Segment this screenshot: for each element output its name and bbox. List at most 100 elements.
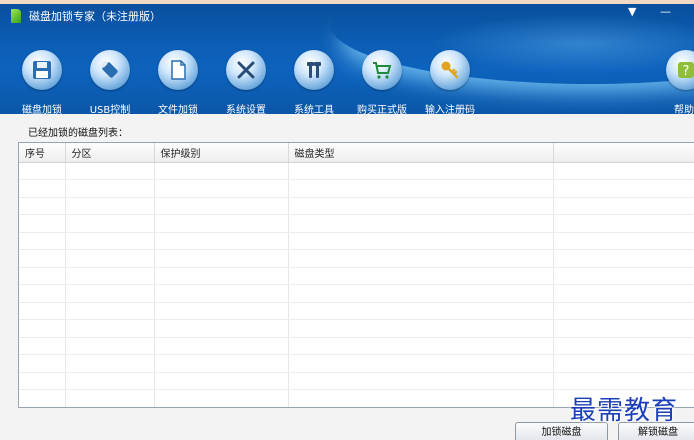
table-cell — [19, 214, 66, 233]
table-cell — [553, 232, 694, 250]
table-cell — [19, 284, 66, 303]
table-cell — [288, 267, 554, 285]
table-row — [19, 162, 694, 180]
column-header-protection-level[interactable]: 保护级别 — [154, 143, 289, 163]
table-cell — [65, 214, 155, 233]
toolbar-file-lock-button[interactable]: 文件加锁 — [144, 28, 212, 114]
table-cell — [65, 372, 155, 390]
table-cell — [154, 162, 289, 180]
toolbar-disk-lock-button[interactable]: 磁盘加锁 — [8, 28, 76, 114]
table-cell — [288, 179, 554, 198]
table-cell — [65, 232, 155, 250]
table-cell — [154, 197, 289, 215]
table-row — [19, 302, 694, 320]
floppy-disk-icon — [22, 50, 62, 90]
title-bar[interactable]: 磁盘加锁专家（未注册版） ▼ — — [0, 4, 694, 28]
table-cell — [553, 249, 694, 268]
table-cell — [154, 319, 289, 338]
table-cell — [154, 354, 289, 373]
table-cell — [154, 337, 289, 355]
table-cell — [553, 284, 694, 303]
toolbar-label: 系统设置 — [226, 105, 266, 114]
toolbar-label: USB控制 — [89, 105, 131, 114]
table-cell — [553, 179, 694, 198]
app-header: 磁盘加锁专家（未注册版） ▼ — 磁盘加锁 USB控制 文件加锁 系统设置 系统… — [0, 4, 694, 114]
table-cell — [288, 337, 554, 355]
table-cell — [19, 354, 66, 373]
table-cell — [65, 389, 155, 407]
table-header-row: 序号 分区 保护级别 磁盘类型 — [19, 143, 694, 163]
table-cell — [19, 389, 66, 407]
shopping-cart-icon — [362, 50, 402, 90]
table-cell — [65, 267, 155, 285]
table-cell — [19, 372, 66, 390]
table-cell — [288, 302, 554, 320]
toolbar-label: 输入注册码 — [425, 105, 475, 114]
window-title: 磁盘加锁专家（未注册版） — [29, 10, 161, 23]
locked-disk-table[interactable]: 序号 分区 保护级别 磁盘类型 — [18, 142, 694, 408]
toolbar-buy-full-version-button[interactable]: 购买正式版 — [348, 28, 416, 114]
toolbar-enter-registration-code-button[interactable]: 输入注册码 — [416, 28, 484, 114]
table-row — [19, 284, 694, 303]
file-icon — [158, 50, 198, 90]
toolbar-label: 系统工具 — [294, 105, 334, 114]
table-cell — [154, 267, 289, 285]
table-cell — [288, 197, 554, 215]
table-cell — [154, 232, 289, 250]
table-cell — [288, 249, 554, 268]
table-cell — [288, 389, 554, 407]
table-cell — [154, 389, 289, 407]
table-row — [19, 249, 694, 268]
toolbar-system-tools-button[interactable]: 系统工具 — [280, 28, 348, 114]
column-header-index[interactable]: 序号 — [19, 143, 66, 163]
system-tools-circle — [294, 50, 334, 90]
table-row — [19, 179, 694, 198]
table-cell — [19, 197, 66, 215]
table-row — [19, 232, 694, 250]
enter-registration-code-circle — [430, 50, 470, 90]
table-cell — [154, 302, 289, 320]
table-cell — [288, 162, 554, 180]
table-cell — [553, 354, 694, 373]
table-cell — [553, 197, 694, 215]
table-row — [19, 337, 694, 355]
file-lock-circle — [158, 50, 198, 90]
table-cell — [19, 302, 66, 320]
disk-lock-circle — [22, 50, 62, 90]
column-header-partition[interactable]: 分区 — [65, 143, 155, 163]
table-cell — [154, 179, 289, 198]
window-minimize-button[interactable]: — — [660, 6, 671, 18]
column-header-disk-type[interactable]: 磁盘类型 — [288, 143, 554, 163]
toolbar-label: 文件加锁 — [158, 105, 198, 114]
toolbar-usb-control-button[interactable]: USB控制 — [76, 28, 144, 114]
table-row — [19, 354, 694, 373]
table-row — [19, 267, 694, 285]
main-toolbar: 磁盘加锁 USB控制 文件加锁 系统设置 系统工具 购买正式版 输入注册码 ? … — [0, 28, 694, 114]
table-cell — [288, 372, 554, 390]
window-menu-button[interactable]: ▼ — [628, 6, 636, 18]
table-cell — [65, 249, 155, 268]
table-row — [19, 197, 694, 215]
table-cell — [65, 319, 155, 338]
table-cell — [65, 162, 155, 180]
table-cell — [19, 267, 66, 285]
tools-icon — [226, 50, 266, 90]
help-circle: ? — [666, 50, 694, 90]
table-cell — [288, 284, 554, 303]
column-header-filler — [553, 143, 694, 163]
table-cell — [553, 302, 694, 320]
toolbar-system-settings-button[interactable]: 系统设置 — [212, 28, 280, 114]
toolbar-help-button[interactable]: ? 帮助 — [654, 28, 694, 114]
usb-control-circle — [90, 50, 130, 90]
locked-disk-grid: 序号 分区 保护级别 磁盘类型 — [19, 143, 694, 407]
table-row — [19, 214, 694, 233]
system-settings-circle — [226, 50, 266, 90]
table-cell — [553, 372, 694, 390]
table-cell — [288, 319, 554, 338]
usb-stick-icon — [90, 50, 130, 90]
watermark-logo: 最需教育 — [570, 396, 679, 426]
table-cell — [19, 232, 66, 250]
table-cell — [19, 179, 66, 198]
toolbar-label: 磁盘加锁 — [22, 105, 62, 114]
table-cell — [154, 249, 289, 268]
